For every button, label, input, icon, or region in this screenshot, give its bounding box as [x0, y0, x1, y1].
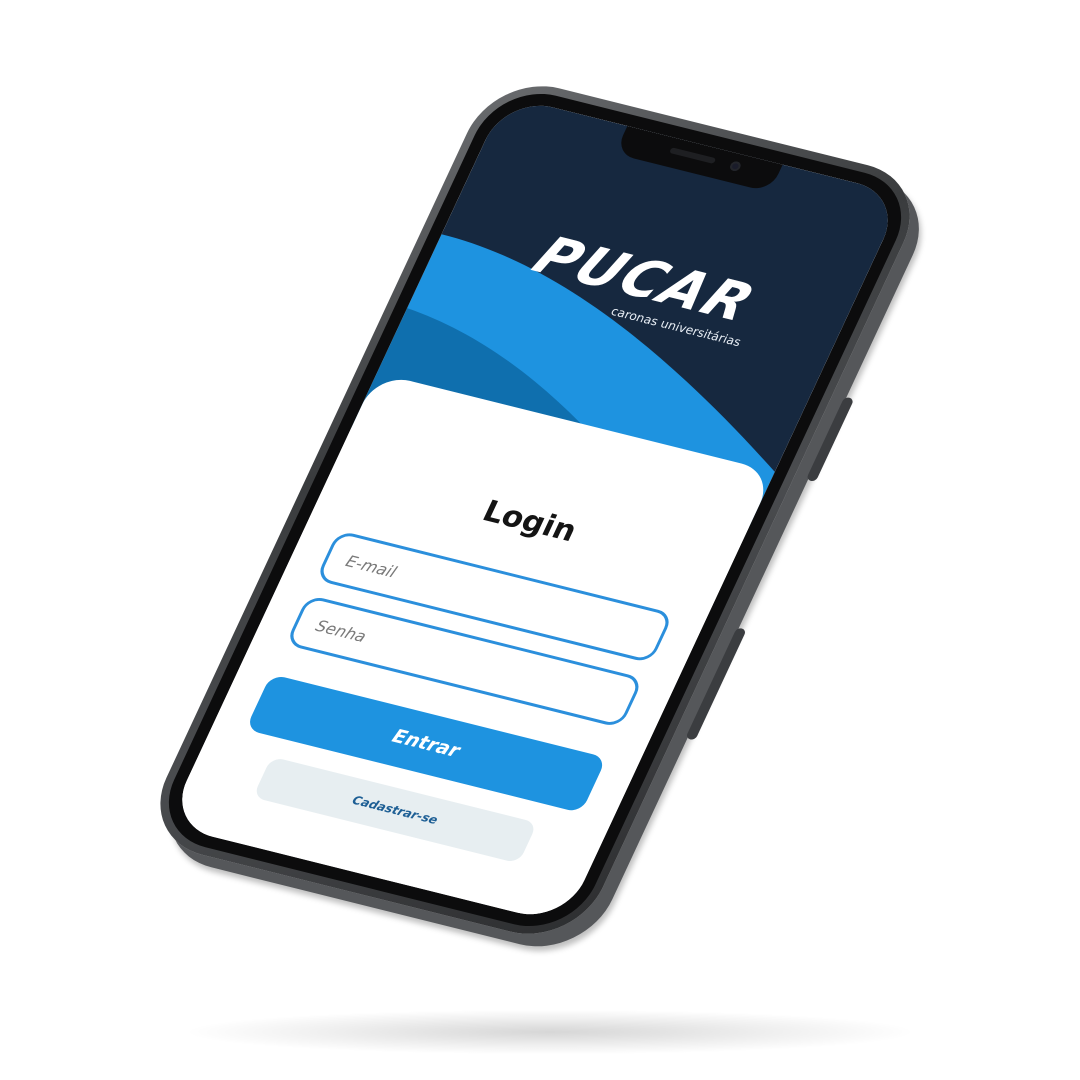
phone-device: PUCAR caronas universitárias Login Entra…: [138, 72, 932, 948]
front-camera-icon: [728, 160, 743, 173]
app-screen: PUCAR caronas universitárias Login Entra…: [166, 95, 904, 925]
mockup-stage: PUCAR caronas universitárias Login Entra…: [0, 0, 1080, 1080]
speaker-grille-icon: [669, 147, 717, 164]
login-card: Login Entrar Cadastrar-se: [166, 372, 775, 925]
ground-shadow: [190, 1010, 910, 1054]
